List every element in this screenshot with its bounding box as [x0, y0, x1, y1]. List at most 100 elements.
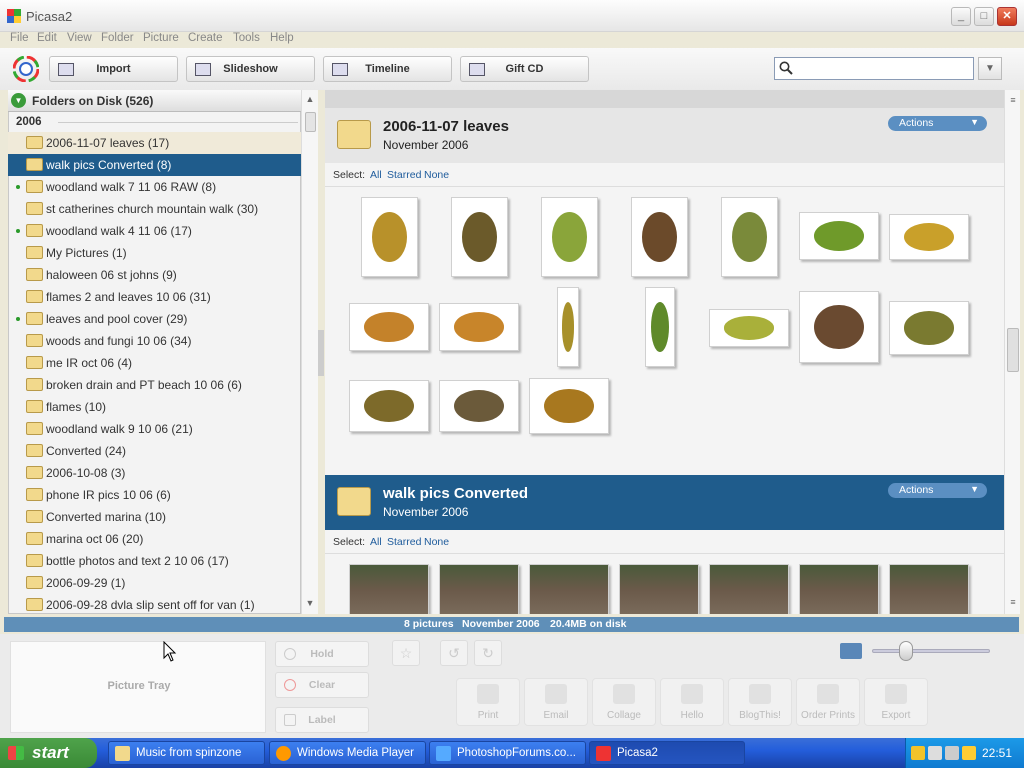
photo-thumbnail[interactable]: [439, 564, 519, 614]
folder-list-item[interactable]: woodland walk 9 10 06 (21): [8, 418, 301, 440]
photo-thumbnail[interactable]: [349, 380, 429, 432]
folder-list-item[interactable]: 2006-11-07 leaves (17): [8, 132, 301, 154]
hand-icon[interactable]: [911, 746, 925, 760]
tray-action-blogthis[interactable]: BlogThis!: [728, 678, 792, 726]
menu-edit[interactable]: Edit: [37, 32, 57, 44]
photo-thumbnail[interactable]: [889, 564, 969, 614]
photo-thumbnail[interactable]: [799, 212, 879, 260]
star-button[interactable]: ☆: [392, 640, 420, 666]
tray-app-icon[interactable]: [962, 746, 976, 760]
timeline-button[interactable]: Timeline: [323, 56, 452, 82]
select-none-link[interactable]: None: [424, 169, 449, 181]
photo-thumbnail[interactable]: [349, 564, 429, 614]
search-input[interactable]: [774, 57, 974, 80]
folder-list-item[interactable]: flames (10): [8, 396, 301, 418]
task-browser[interactable]: PhotoshopForums.co...: [429, 741, 586, 765]
menu-file[interactable]: File: [10, 32, 29, 44]
photo-thumbnail[interactable]: [619, 564, 699, 614]
maximize-button[interactable]: □: [974, 7, 994, 26]
folder-list-item[interactable]: Converted (24): [8, 440, 301, 462]
photo-thumbnail[interactable]: [451, 197, 508, 277]
photo-thumbnail[interactable]: [557, 287, 579, 367]
actions-button[interactable]: Actions ▼: [888, 116, 987, 131]
folder-list-item[interactable]: woods and fungi 10 06 (34): [8, 330, 301, 352]
folder-list-item[interactable]: Converted marina (10): [8, 506, 301, 528]
label-button[interactable]: Label: [275, 707, 369, 733]
folder-list-item[interactable]: 2006-09-28 dvla slip sent off for van (1…: [8, 594, 301, 616]
album-header[interactable]: 2006-11-07 leaves November 2006 Actions ▼: [325, 108, 1004, 163]
clear-button[interactable]: Clear: [275, 672, 369, 698]
photo-thumbnail[interactable]: [889, 214, 969, 260]
folder-list-item[interactable]: 2006-10-08 (3): [8, 462, 301, 484]
folder-list-item[interactable]: 2006-09-29 (1): [8, 572, 301, 594]
select-starred-link[interactable]: Starred: [387, 169, 421, 181]
select-all-link[interactable]: All: [370, 536, 382, 548]
zoom-slider-handle[interactable]: [899, 641, 913, 661]
menu-view[interactable]: View: [67, 32, 92, 44]
task-media-player[interactable]: Windows Media Player: [269, 741, 426, 765]
tray-action-email[interactable]: Email: [524, 678, 588, 726]
folder-list-item[interactable]: st catherines church mountain walk (30): [8, 198, 301, 220]
start-button[interactable]: start: [0, 738, 97, 768]
collapse-toggle-icon[interactable]: ▼: [11, 93, 26, 108]
import-button[interactable]: Import: [49, 56, 178, 82]
rotate-right-button[interactable]: ↻: [474, 640, 502, 666]
tray-action-order-prints[interactable]: Order Prints: [796, 678, 860, 726]
scroll-up-icon[interactable]: ▲: [304, 93, 316, 105]
photo-thumbnail[interactable]: [645, 287, 675, 367]
close-button[interactable]: ✕: [997, 7, 1017, 26]
menu-tools[interactable]: Tools: [233, 32, 260, 44]
folder-list-item[interactable]: haloween 06 st johns (9): [8, 264, 301, 286]
photo-thumbnail[interactable]: [799, 564, 879, 614]
select-all-link[interactable]: All: [370, 169, 382, 181]
menu-folder[interactable]: Folder: [101, 32, 134, 44]
folder-list-item[interactable]: marina oct 06 (20): [8, 528, 301, 550]
photo-thumbnail[interactable]: [889, 301, 969, 355]
folder-list-item[interactable]: me IR oct 06 (4): [8, 352, 301, 374]
folder-list-item[interactable]: leaves and pool cover (29): [8, 308, 301, 330]
folder-list-item[interactable]: My Pictures (1): [8, 242, 301, 264]
scroll-down-icon[interactable]: ≡: [1007, 596, 1019, 608]
slideshow-button[interactable]: Slideshow: [186, 56, 315, 82]
folder-list-item[interactable]: woodland walk 4 11 06 (17): [8, 220, 301, 242]
panel-splitter[interactable]: [318, 330, 324, 376]
photo-thumbnail[interactable]: [709, 564, 789, 614]
actions-button[interactable]: Actions ▼: [888, 483, 987, 498]
photo-thumbnail[interactable]: [439, 380, 519, 432]
scroll-down-icon[interactable]: ▼: [304, 597, 316, 609]
select-none-link[interactable]: None: [424, 536, 449, 548]
folder-list-item[interactable]: phone IR pics 10 06 (6): [8, 484, 301, 506]
menu-create[interactable]: Create: [188, 32, 223, 44]
folder-list-scrollbar[interactable]: ▲ ▼: [301, 90, 318, 614]
photo-thumbnail[interactable]: [361, 197, 418, 277]
photo-thumbnail[interactable]: [631, 197, 688, 277]
pen-icon[interactable]: [928, 746, 942, 760]
photo-thumbnail[interactable]: [709, 309, 789, 347]
menu-help[interactable]: Help: [270, 32, 294, 44]
tray-action-collage[interactable]: Collage: [592, 678, 656, 726]
tray-action-hello[interactable]: Hello: [660, 678, 724, 726]
folder-list-item[interactable]: woodland walk 7 11 06 RAW (8): [8, 176, 301, 198]
rotate-left-button[interactable]: ↺: [440, 640, 468, 666]
photo-thumbnail[interactable]: [721, 197, 778, 277]
tray-action-print[interactable]: Print: [456, 678, 520, 726]
picasa-home-icon[interactable]: [12, 55, 40, 83]
glasses-icon[interactable]: [945, 746, 959, 760]
menu-picture[interactable]: Picture: [143, 32, 179, 44]
photo-thumbnail[interactable]: [349, 303, 429, 351]
photo-thumbnail[interactable]: [439, 303, 519, 351]
album-header-selected[interactable]: walk pics Converted November 2006 Action…: [325, 475, 1004, 530]
scroll-thumb[interactable]: [1007, 328, 1019, 372]
folder-list-item[interactable]: flames 2 and leaves 10 06 (31): [8, 286, 301, 308]
photo-thumbnail[interactable]: [529, 564, 609, 614]
search-options-dropdown[interactable]: ▼: [978, 57, 1002, 80]
task-picasa[interactable]: Picasa2: [589, 741, 745, 765]
select-starred-link[interactable]: Starred: [387, 536, 421, 548]
folder-list-item[interactable]: bottle photos and text 2 10 06 (17): [8, 550, 301, 572]
folder-list-item[interactable]: walk pics Converted (8): [8, 154, 301, 176]
scroll-thumb[interactable]: [305, 112, 316, 132]
photo-thumbnail[interactable]: [529, 378, 609, 434]
picture-tray[interactable]: Picture Tray: [10, 641, 266, 733]
photo-thumbnail[interactable]: [541, 197, 598, 277]
folders-header[interactable]: ▼ Folders on Disk (526): [8, 90, 301, 112]
